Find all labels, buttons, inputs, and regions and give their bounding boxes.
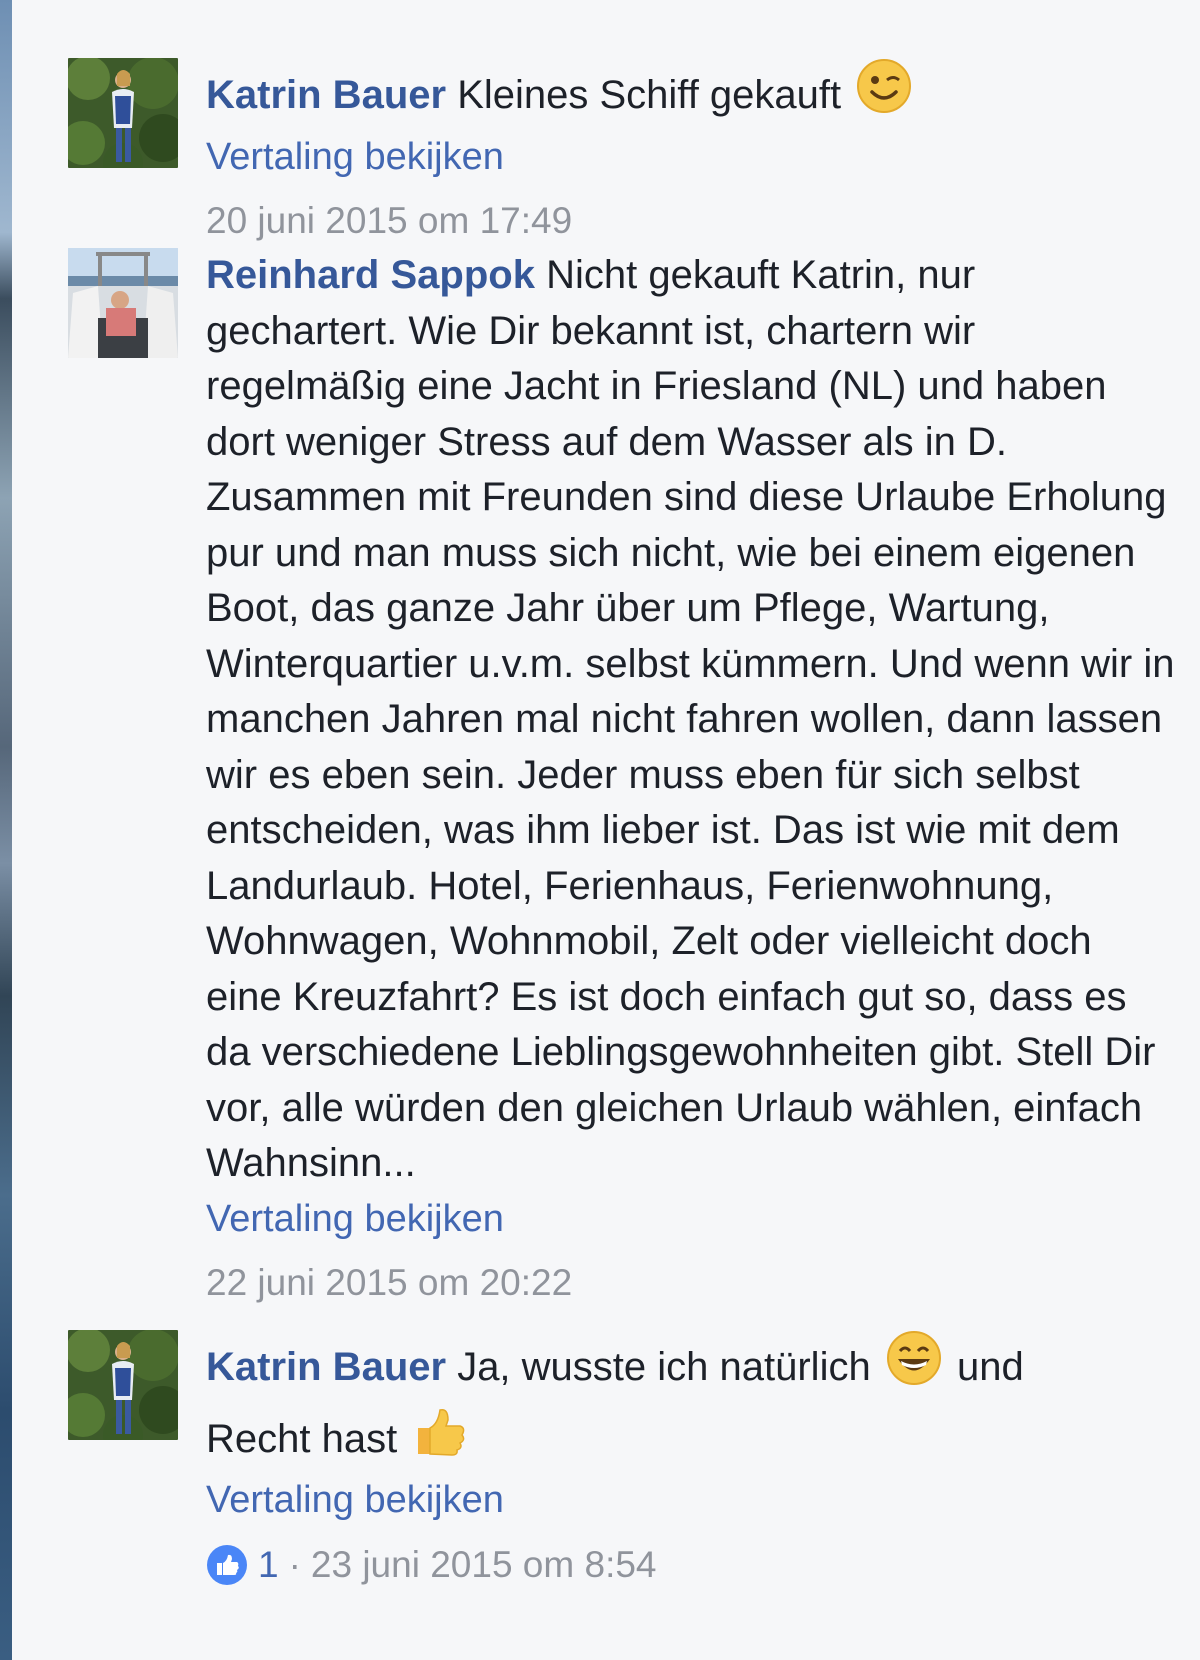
translate-link[interactable]: Vertaling bekijken <box>206 1473 1176 1529</box>
translate-link[interactable]: Vertaling bekijken <box>206 130 1176 186</box>
translate-link[interactable]: Vertaling bekijken <box>206 1192 1176 1248</box>
comment-message-part2: und <box>956 1345 1024 1389</box>
comment-message-part3: Recht hast <box>206 1416 398 1461</box>
comment-katrin-2: Katrin Bauer Ja, wusste ich natürlich un… <box>68 1330 1178 1630</box>
comment-body: Katrin Bauer Kleines Schiff gekauft Vert… <box>206 58 1176 243</box>
comment-body: Reinhard Sappok Nicht gekauft Katrin, nu… <box>206 248 1176 1305</box>
like-count[interactable]: 1 <box>258 1543 279 1587</box>
avatar[interactable] <box>68 58 178 168</box>
comment-reinhard: Reinhard Sappok Nicht gekauft Katrin, nu… <box>68 248 1178 1378</box>
like-badge[interactable]: 1 <box>206 1543 279 1587</box>
comment-katrin-1: Katrin Bauer Kleines Schiff gekauft Vert… <box>68 58 1178 241</box>
comment-message-part1: Ja, wusste ich natürlich <box>457 1345 871 1389</box>
comment-text: Katrin Bauer Ja, wusste ich natürlich un… <box>206 1330 1176 1473</box>
author-name[interactable]: Reinhard Sappok <box>206 253 535 297</box>
comment-body: Katrin Bauer Ja, wusste ich natürlich un… <box>206 1330 1176 1587</box>
left-edge-photo-strip <box>0 0 12 1660</box>
wink-emoji-icon <box>856 58 912 130</box>
avatar[interactable] <box>68 1330 178 1440</box>
timestamp[interactable]: 22 juni 2015 om 20:22 <box>206 1261 572 1305</box>
avatar[interactable] <box>68 248 178 358</box>
grin-emoji-icon <box>886 1330 942 1402</box>
comment-meta: 20 juni 2015 om 17:49 <box>206 199 1176 243</box>
comment-meta: 22 juni 2015 om 20:22 <box>206 1261 1176 1305</box>
comment-text: Reinhard Sappok Nicht gekauft Katrin, nu… <box>206 248 1176 1192</box>
comment-text: Katrin Bauer Kleines Schiff gekauft <box>206 58 1176 130</box>
thumbs-up-emoji-icon <box>412 1402 468 1474</box>
comment-message: Nicht gekauft Katrin, nur gechartert. Wi… <box>206 253 1175 1185</box>
author-name[interactable]: Katrin Bauer <box>206 1345 446 1389</box>
author-name[interactable]: Katrin Bauer <box>206 73 446 117</box>
meta-separator: · <box>288 1543 301 1585</box>
comment-meta: 1 · 23 juni 2015 om 8:54 <box>206 1543 1176 1587</box>
like-icon <box>207 1544 247 1585</box>
timestamp[interactable]: 20 juni 2015 om 17:49 <box>206 199 572 243</box>
timestamp[interactable]: 23 juni 2015 om 8:54 <box>311 1543 657 1587</box>
comment-message: Kleines Schiff gekauft <box>457 73 842 117</box>
